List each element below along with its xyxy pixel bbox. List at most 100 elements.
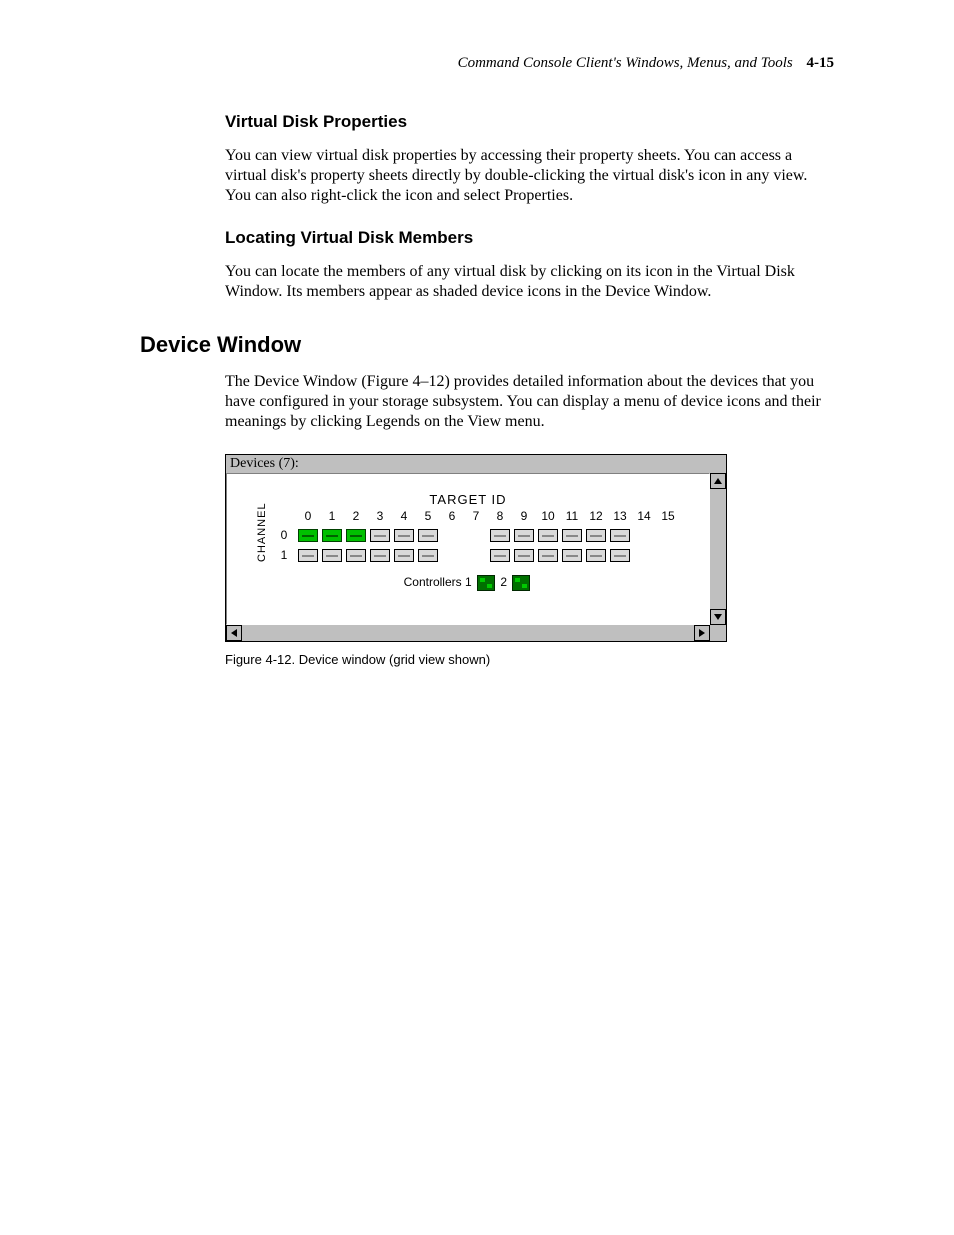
heading-locating-members: Locating Virtual Disk Members (225, 228, 834, 248)
drive-icon[interactable] (322, 529, 342, 542)
chevron-down-icon (714, 614, 722, 620)
device-cell (608, 545, 632, 565)
device-cell (344, 545, 368, 565)
channel-row-label: 1 (272, 545, 296, 565)
drive-icon[interactable] (370, 549, 390, 562)
device-cell (512, 525, 536, 545)
target-id-header: 1 (320, 509, 344, 525)
drive-icon[interactable] (562, 529, 582, 542)
target-id-header: 15 (656, 509, 680, 525)
device-cell (416, 525, 440, 545)
horizontal-scrollbar[interactable] (226, 625, 710, 641)
device-cell (488, 545, 512, 565)
drive-icon[interactable] (370, 529, 390, 542)
device-cell (560, 525, 584, 545)
drive-icon[interactable] (538, 549, 558, 562)
controller-icon[interactable] (512, 575, 530, 591)
device-cell (296, 545, 320, 565)
drive-icon[interactable] (418, 549, 438, 562)
target-id-header: 9 (512, 509, 536, 525)
device-cell (536, 525, 560, 545)
target-id-header: 0 (296, 509, 320, 525)
device-cell (320, 545, 344, 565)
device-grid-table: 0123456789101112131415 01 (272, 509, 680, 565)
chevron-up-icon (714, 478, 722, 484)
target-id-header: 14 (632, 509, 656, 525)
scroll-down-button[interactable] (710, 609, 726, 625)
target-id-header: 7 (464, 509, 488, 525)
device-cell (656, 545, 680, 565)
device-cell (416, 545, 440, 565)
device-cell (560, 545, 584, 565)
drive-icon[interactable] (586, 549, 606, 562)
device-cell (632, 525, 656, 545)
drive-icon[interactable] (346, 529, 366, 542)
device-cell (440, 525, 464, 545)
device-cell (440, 545, 464, 565)
target-id-header: 10 (536, 509, 560, 525)
device-cell (488, 525, 512, 545)
drive-icon[interactable] (298, 529, 318, 542)
drive-icon[interactable] (514, 529, 534, 542)
device-cell (608, 525, 632, 545)
device-cell (464, 545, 488, 565)
drive-icon[interactable] (586, 529, 606, 542)
heading-device-window: Device Window (140, 332, 834, 358)
channel-axis-label: CHANNEL (256, 512, 268, 562)
device-cell (320, 525, 344, 545)
drive-icon[interactable] (610, 529, 630, 542)
controller-icon[interactable] (477, 575, 495, 591)
target-id-header: 2 (344, 509, 368, 525)
running-header: Command Console Client's Windows, Menus,… (140, 55, 834, 72)
device-cell (512, 545, 536, 565)
drive-icon[interactable] (514, 549, 534, 562)
heading-virtual-disk-properties: Virtual Disk Properties (225, 112, 834, 132)
device-cell (296, 525, 320, 545)
device-cell (632, 545, 656, 565)
drive-icon[interactable] (298, 549, 318, 562)
device-cell (392, 545, 416, 565)
drive-icon[interactable] (562, 549, 582, 562)
running-title: Command Console Client's Windows, Menus,… (458, 55, 793, 71)
device-cell (344, 525, 368, 545)
target-id-header: 5 (416, 509, 440, 525)
chevron-right-icon (699, 629, 705, 637)
target-id-header: 4 (392, 509, 416, 525)
drive-icon[interactable] (394, 529, 414, 542)
target-id-header: 8 (488, 509, 512, 525)
device-cell (536, 545, 560, 565)
channel-row-label: 0 (272, 525, 296, 545)
target-id-header: 13 (608, 509, 632, 525)
drive-icon[interactable] (394, 549, 414, 562)
controllers-row: Controllers 1 2 (227, 575, 709, 591)
drive-icon[interactable] (610, 549, 630, 562)
device-cell (368, 525, 392, 545)
drive-icon[interactable] (346, 549, 366, 562)
drive-icon[interactable] (418, 529, 438, 542)
figure-caption: Figure 4-12. Device window (grid view sh… (225, 652, 834, 667)
devices-window-title: Devices (7): (226, 455, 726, 473)
device-cell (584, 525, 608, 545)
scroll-up-button[interactable] (710, 473, 726, 489)
controllers-label: Controllers (404, 575, 462, 589)
vertical-scrollbar[interactable] (710, 473, 726, 625)
drive-icon[interactable] (538, 529, 558, 542)
device-cell (584, 545, 608, 565)
target-id-header: 11 (560, 509, 584, 525)
device-cell (656, 525, 680, 545)
drive-icon[interactable] (322, 549, 342, 562)
drive-icon[interactable] (490, 549, 510, 562)
target-id-header: 3 (368, 509, 392, 525)
scrollbar-corner (710, 625, 726, 641)
device-cell (464, 525, 488, 545)
target-id-label: TARGET ID (227, 492, 709, 507)
scroll-right-button[interactable] (694, 625, 710, 641)
device-cell (368, 545, 392, 565)
scroll-left-button[interactable] (226, 625, 242, 641)
target-id-header: 12 (584, 509, 608, 525)
paragraph-lvdm: You can locate the members of any virtua… (225, 262, 834, 302)
page-number: 4-15 (807, 55, 835, 71)
controller-number: 1 (465, 575, 475, 589)
devices-grid-area: TARGET ID CHANNEL 0123456789101112131415… (226, 473, 710, 625)
drive-icon[interactable] (490, 529, 510, 542)
